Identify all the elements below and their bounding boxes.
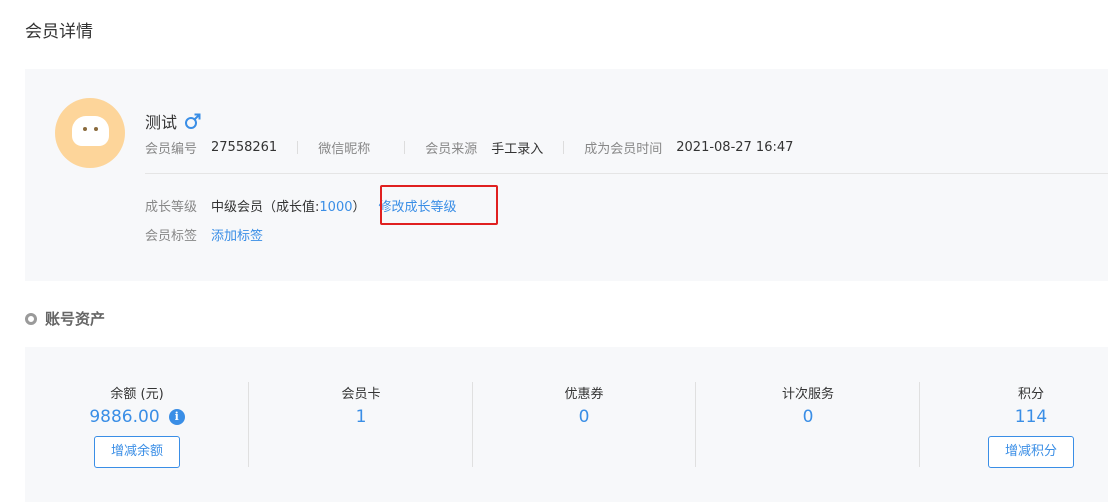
account-assets-header: 账号资产 [25, 308, 105, 329]
join-time-label: 成为会员时间 [584, 142, 663, 157]
add-tag-link[interactable]: 添加标签 [211, 225, 263, 244]
member-id-label: 会员编号 [145, 142, 198, 157]
balance-value: 9886.00 [89, 407, 160, 427]
avatar [55, 98, 125, 168]
balance-label: 余额 (元) [110, 387, 164, 402]
divider [404, 141, 406, 154]
count-service-value[interactable]: 0 [696, 407, 920, 427]
member-source-value: 手工录入 [491, 142, 544, 157]
member-tags-label: 会员标签 [145, 229, 198, 244]
join-time-item: 成为会员时间 2021-08-27 16:47 [584, 138, 793, 157]
coupon-label: 优惠券 [564, 387, 604, 402]
adjust-points-button[interactable]: 增减积分 [988, 436, 1074, 468]
divider [563, 141, 565, 154]
asset-count-service: 计次服务 0 [696, 347, 920, 502]
highlight-box [380, 185, 498, 225]
growth-level-value: 中级会员（成长值:1000） [211, 196, 366, 215]
member-name-row: 测试 [145, 109, 202, 133]
adjust-balance-button[interactable]: 增减余额 [94, 436, 180, 468]
page-title: 会员详情 [25, 22, 93, 42]
member-source-item: 会员来源 手工录入 [425, 138, 543, 157]
divider [297, 141, 299, 154]
male-icon [184, 112, 202, 130]
wechat-nickname-item: 微信昵称 [318, 138, 384, 157]
section-title: 账号资产 [45, 310, 106, 328]
asset-member-card: 会员卡 1 [249, 347, 473, 502]
growth-value: 1000 [319, 200, 353, 215]
avatar-face-icon [72, 116, 109, 146]
balance-value-row: 9886.00 i [25, 407, 249, 427]
member-id-value: 27558261 [211, 140, 278, 155]
join-time-value: 2021-08-27 16:47 [676, 140, 794, 155]
asset-balance: 余额 (元) 9886.00 i 增减余额 [25, 347, 249, 502]
member-card-label: 会员卡 [341, 387, 381, 402]
section-dot-icon [25, 312, 37, 325]
growth-level-label: 成长等级 [145, 200, 198, 215]
member-profile-panel: 测试 会员编号 27558261 微信昵称 会员来源 手工录入 成为会员时间 2… [25, 69, 1108, 281]
coupon-value[interactable]: 0 [472, 407, 696, 427]
member-card-value[interactable]: 1 [249, 407, 473, 427]
member-info-row: 会员编号 27558261 微信昵称 会员来源 手工录入 成为会员时间 2021… [145, 138, 793, 157]
member-source-label: 会员来源 [425, 142, 478, 157]
horizontal-divider [145, 173, 1108, 174]
asset-points: 积分 114 增减积分 [919, 347, 1108, 502]
member-tags-row: 会员标签 添加标签 [145, 225, 263, 244]
asset-coupon: 优惠券 0 [472, 347, 696, 502]
points-value[interactable]: 114 [919, 407, 1108, 427]
growth-level-text: 中级会员（成长值: [211, 200, 320, 215]
count-service-label: 计次服务 [781, 387, 834, 402]
points-label: 积分 [1017, 387, 1044, 402]
info-icon[interactable]: i [168, 409, 185, 425]
member-name: 测试 [145, 113, 178, 132]
growth-close-paren: ） [352, 200, 366, 215]
member-id-item: 会员编号 27558261 [145, 138, 277, 157]
account-assets-panel: 余额 (元) 9886.00 i 增减余额 会员卡 1 优惠券 0 计次服务 0… [25, 347, 1108, 502]
wechat-nickname-label: 微信昵称 [318, 142, 371, 157]
